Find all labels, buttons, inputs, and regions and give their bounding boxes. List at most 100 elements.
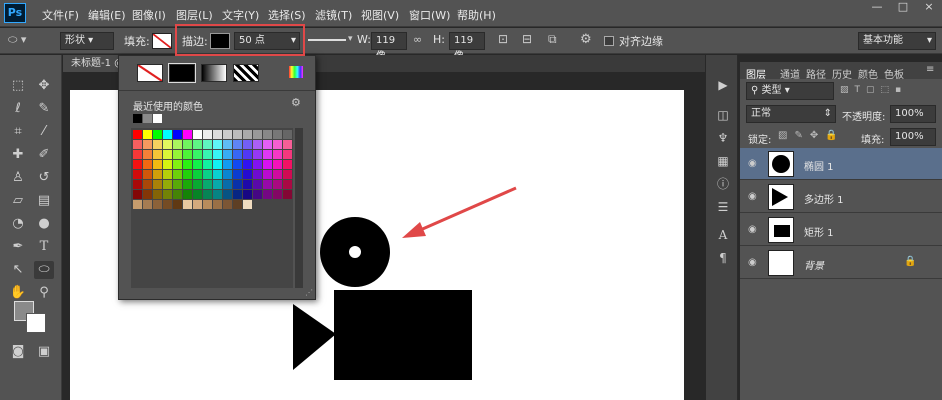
tab-paths[interactable]: 路径 xyxy=(806,66,826,81)
color-swatch[interactable] xyxy=(163,150,172,159)
color-swatch[interactable] xyxy=(273,150,282,159)
tab-layers[interactable]: 图层 xyxy=(746,66,766,81)
color-swatch[interactable] xyxy=(283,150,292,159)
color-swatch[interactable] xyxy=(163,180,172,189)
color-swatch[interactable] xyxy=(283,160,292,169)
color-swatch[interactable] xyxy=(263,150,272,159)
color-swatch[interactable] xyxy=(203,160,212,169)
color-swatch[interactable] xyxy=(203,180,212,189)
color-swatch[interactable] xyxy=(243,170,252,179)
color-swatch[interactable] xyxy=(213,160,222,169)
color-swatch[interactable] xyxy=(283,130,292,139)
color-swatch[interactable] xyxy=(223,180,232,189)
color-swatch[interactable] xyxy=(263,160,272,169)
color-swatch[interactable] xyxy=(213,130,222,139)
color-swatch[interactable] xyxy=(233,180,242,189)
color-swatch[interactable] xyxy=(153,170,162,179)
color-swatch[interactable] xyxy=(203,170,212,179)
color-swatch[interactable] xyxy=(143,180,152,189)
color-swatch[interactable] xyxy=(133,160,142,169)
layer-row-rectangle[interactable]: ◉ 矩形 1 xyxy=(740,214,942,246)
blend-mode-select[interactable]: 正常 ⇕ xyxy=(746,105,836,123)
color-swatch[interactable] xyxy=(253,160,262,169)
color-swatch[interactable] xyxy=(193,180,202,189)
color-swatch[interactable] xyxy=(263,130,272,139)
color-swatch[interactable] xyxy=(193,190,202,199)
color-swatch[interactable] xyxy=(213,190,222,199)
eye-icon[interactable]: ◉ xyxy=(748,257,757,268)
color-swatch[interactable] xyxy=(193,200,202,209)
color-swatch[interactable] xyxy=(243,190,252,199)
color-swatch[interactable] xyxy=(223,130,232,139)
color-swatch[interactable] xyxy=(183,140,192,149)
layer-filter-select[interactable]: ⚲ 类型 ▾ xyxy=(746,82,834,100)
color-swatch[interactable] xyxy=(173,200,182,209)
tab-color[interactable]: 颜色 xyxy=(858,66,878,81)
color-swatch[interactable] xyxy=(233,170,242,179)
color-swatch[interactable] xyxy=(273,180,282,189)
color-swatch[interactable] xyxy=(173,190,182,199)
color-swatch[interactable] xyxy=(223,160,232,169)
color-swatch[interactable] xyxy=(213,170,222,179)
color-swatch[interactable] xyxy=(263,170,272,179)
color-swatch[interactable] xyxy=(153,150,162,159)
color-swatch[interactable] xyxy=(273,130,282,139)
no-color-button[interactable] xyxy=(137,64,163,82)
color-swatch[interactable] xyxy=(233,130,242,139)
gear-icon[interactable]: ⚙ xyxy=(291,96,301,109)
color-swatch[interactable] xyxy=(163,190,172,199)
sliders-icon[interactable]: ☰ xyxy=(715,199,731,215)
color-swatch[interactable] xyxy=(253,170,262,179)
color-swatch[interactable] xyxy=(273,140,282,149)
gradient-button[interactable] xyxy=(201,64,227,82)
color-swatch[interactable] xyxy=(283,170,292,179)
tab-swatches[interactable]: 色板 xyxy=(884,66,904,81)
tab-channels[interactable]: 通道 xyxy=(780,66,800,81)
color-swatch[interactable] xyxy=(243,130,252,139)
color-swatch[interactable] xyxy=(143,130,152,139)
paragraph-icon[interactable]: ¶ xyxy=(715,250,731,266)
layer-row-polygon[interactable]: ◉ 多边形 1 xyxy=(740,181,942,213)
color-swatch[interactable] xyxy=(153,180,162,189)
color-swatch[interactable] xyxy=(273,160,282,169)
color-swatch[interactable] xyxy=(273,170,282,179)
panel-menu-icon[interactable]: ≡ xyxy=(926,64,934,75)
color-swatch[interactable] xyxy=(233,150,242,159)
color-swatch[interactable] xyxy=(263,190,272,199)
adjustments-icon[interactable]: ◫ xyxy=(715,107,731,123)
color-swatch[interactable] xyxy=(183,160,192,169)
color-swatch[interactable] xyxy=(153,160,162,169)
color-swatch[interactable] xyxy=(173,130,182,139)
filter-icons[interactable]: ▨T▢⬚▪ xyxy=(840,85,938,97)
color-swatch[interactable] xyxy=(253,150,262,159)
color-swatch[interactable] xyxy=(133,180,142,189)
color-swatch[interactable] xyxy=(283,190,292,199)
color-swatch[interactable] xyxy=(163,170,172,179)
color-swatch[interactable] xyxy=(243,180,252,189)
color-swatch[interactable] xyxy=(193,170,202,179)
lock-icons[interactable]: ▨✎✥🔒 xyxy=(778,130,845,141)
color-swatch[interactable] xyxy=(203,190,212,199)
color-swatch[interactable] xyxy=(213,140,222,149)
eye-icon[interactable]: ◉ xyxy=(748,191,757,202)
color-swatch[interactable] xyxy=(183,130,192,139)
color-swatch[interactable] xyxy=(233,140,242,149)
color-swatch[interactable] xyxy=(153,200,162,209)
opacity-field[interactable]: 100% xyxy=(890,105,936,123)
color-swatch[interactable] xyxy=(183,180,192,189)
color-swatch[interactable] xyxy=(163,140,172,149)
info-icon[interactable]: ⓘ xyxy=(715,176,731,192)
color-swatch[interactable] xyxy=(213,180,222,189)
color-swatch[interactable] xyxy=(273,190,282,199)
color-swatch[interactable] xyxy=(193,140,202,149)
color-swatch[interactable] xyxy=(243,160,252,169)
color-swatch[interactable] xyxy=(263,140,272,149)
color-swatch[interactable] xyxy=(173,150,182,159)
color-swatch[interactable] xyxy=(143,140,152,149)
color-swatch[interactable] xyxy=(233,160,242,169)
color-swatch[interactable] xyxy=(143,200,152,209)
color-swatch[interactable] xyxy=(153,130,162,139)
pattern-button[interactable] xyxy=(233,64,259,82)
color-swatch[interactable] xyxy=(203,150,212,159)
color-swatch[interactable] xyxy=(193,130,202,139)
